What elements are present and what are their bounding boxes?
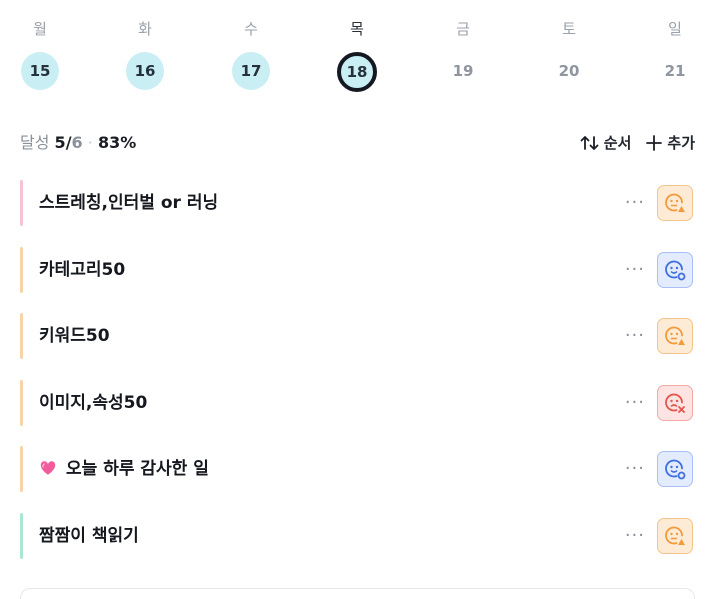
day-number[interactable]: 21 [656, 52, 694, 90]
day-mon[interactable]: 월 15 [10, 0, 70, 90]
heart-icon [40, 461, 56, 475]
face-check-icon [665, 459, 686, 480]
day-number[interactable]: 15 [21, 52, 59, 90]
dot-separator: · [87, 133, 93, 152]
item-title: 짬짬이 책읽기 [39, 525, 139, 546]
item-title: 스트레칭,인터벌 or 러닝 [39, 193, 219, 213]
item-color-bar [20, 246, 23, 293]
item-title-row: 오늘 하루 감사한 일 [39, 446, 209, 492]
list-item[interactable]: 오늘 하루 감사한 일 ··· [20, 446, 695, 492]
day-fri[interactable]: 금 19 [433, 0, 493, 90]
achievement-summary: 달성 5/6 · 83% 순서 추가 [20, 131, 695, 155]
status-button[interactable] [657, 384, 693, 421]
face-warning-icon [665, 326, 685, 345]
achievement-percent: 83% [97, 133, 137, 152]
day-label: 토 [562, 20, 576, 38]
achievement-label: 달성 [20, 133, 50, 152]
more-menu-button[interactable]: ··· [625, 313, 645, 359]
status-button[interactable] [657, 451, 693, 487]
list-item[interactable]: 짬짬이 책읽기 ··· [20, 512, 695, 559]
list-item[interactable]: 이미지,속성50 ··· [20, 379, 695, 426]
day-label: 화 [138, 20, 152, 38]
more-menu-button[interactable]: ··· [625, 180, 645, 226]
list-controls: 순서 추가 [580, 131, 695, 155]
day-tue[interactable]: 화 16 [115, 0, 175, 90]
sort-button[interactable]: 순서 [580, 131, 632, 155]
item-title: 카테고리50 [39, 259, 126, 280]
habit-list: 스트레칭,인터벌 or 러닝 ··· 카테고리50 ··· 키워드50 ··· … [20, 180, 695, 579]
day-label: 금 [456, 20, 470, 38]
day-sun[interactable]: 일 21 [645, 0, 705, 90]
day-label: 월 [33, 20, 47, 38]
face-warning-icon [665, 526, 685, 545]
sort-label: 순서 [603, 134, 632, 152]
day-label: 수 [244, 20, 258, 38]
item-color-bar [20, 512, 23, 559]
item-color-bar [20, 313, 23, 359]
list-item[interactable]: 스트레칭,인터벌 or 러닝 ··· [20, 180, 695, 226]
more-menu-button[interactable]: ··· [625, 247, 645, 293]
day-label: 일 [668, 20, 682, 38]
list-item[interactable]: 카테고리50 ··· [20, 246, 695, 293]
day-number[interactable]: 17 [232, 52, 270, 90]
add-button[interactable]: 추가 [645, 131, 695, 155]
day-thu[interactable]: 목 18 [327, 0, 387, 92]
item-color-bar [20, 446, 23, 492]
day-sat[interactable]: 토 20 [539, 0, 599, 90]
week-strip: 월 15 화 16 수 17 목 18 금 19 토 20 일 21 [0, 0, 715, 110]
more-menu-button[interactable]: ··· [625, 446, 645, 492]
day-number[interactable]: 19 [444, 52, 482, 90]
add-label: 추가 [667, 134, 695, 152]
day-number-today[interactable]: 18 [337, 52, 377, 92]
status-button[interactable] [657, 318, 693, 354]
done-count: 5 [54, 133, 66, 152]
status-button[interactable] [657, 185, 693, 221]
list-item[interactable]: 키워드50 ··· [20, 313, 695, 359]
face-x-icon [665, 393, 685, 413]
item-title: 이미지,속성50 [39, 392, 148, 413]
more-menu-button[interactable]: ··· [625, 513, 645, 559]
day-label: 목 [350, 20, 364, 38]
item-title: 키워드50 [39, 326, 110, 346]
achievement-text: 달성 5/6 · 83% [20, 131, 136, 155]
face-warning-icon [665, 193, 685, 212]
day-number[interactable]: 20 [550, 52, 588, 90]
plus-icon [646, 135, 663, 151]
day-number[interactable]: 16 [126, 52, 164, 90]
status-button[interactable] [657, 517, 693, 554]
day-wed[interactable]: 수 17 [221, 0, 281, 90]
more-menu-button[interactable]: ··· [625, 380, 645, 426]
status-button[interactable] [657, 251, 693, 288]
item-title: 오늘 하루 감사한 일 [66, 459, 209, 479]
item-color-bar [20, 180, 23, 226]
face-check-icon [665, 260, 686, 280]
sort-arrows-icon [580, 136, 599, 150]
total-count: 6 [71, 133, 83, 152]
item-color-bar [20, 379, 23, 426]
next-card-edge [20, 588, 695, 599]
